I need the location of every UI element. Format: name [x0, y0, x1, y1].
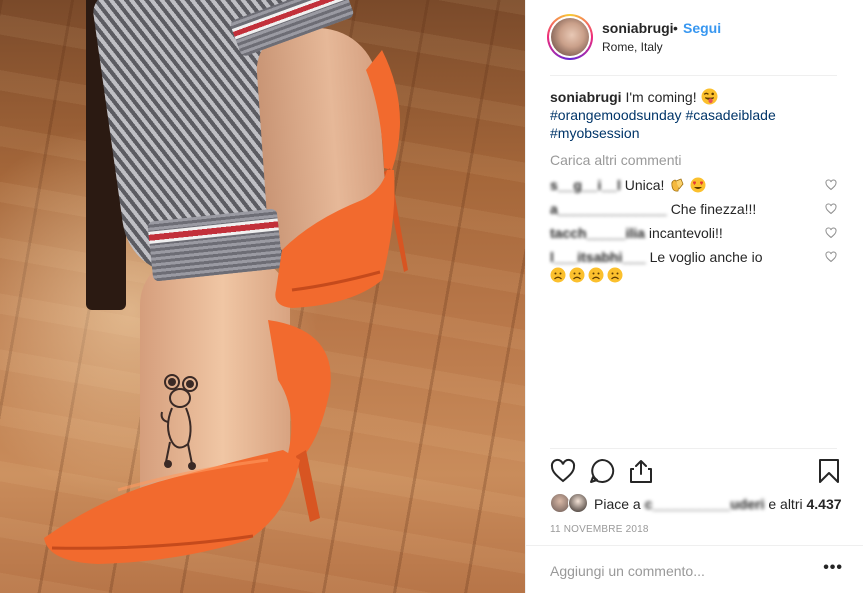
post-location[interactable]: Rome, Italy	[602, 40, 663, 54]
likes-summary[interactable]: Piace a c__________uderi e altri 4.437	[550, 493, 842, 515]
comment-item: tacch_____ilia incantevoli!!	[550, 224, 840, 242]
hashtag-link[interactable]: #myobsession	[550, 125, 640, 141]
tongue-out-face-icon	[702, 88, 718, 105]
like-comment-heart-icon[interactable]	[825, 251, 837, 263]
likes-text: Piace a c__________uderi e altri 4.437	[594, 496, 842, 512]
post-date[interactable]: 11 NOVEMBRE 2018	[550, 524, 649, 535]
comment-text: incantevoli!!	[648, 225, 723, 241]
hashtag-link[interactable]: #orangemoodsunday	[550, 107, 682, 123]
liker-avatar	[568, 493, 588, 513]
share-icon[interactable]	[628, 458, 654, 484]
avatar[interactable]	[547, 14, 593, 60]
sad-face-icon	[588, 267, 604, 283]
orange-pump-lower	[44, 320, 331, 564]
comments-section: soniabrugi I'm coming! #orangemoodsunday…	[550, 88, 840, 284]
add-comment-bar: •••	[526, 545, 863, 593]
more-options-icon[interactable]: •••	[823, 559, 843, 577]
comment-text: Unica!	[624, 177, 665, 193]
likes-count[interactable]: 4.437	[806, 496, 841, 512]
avatar-photo	[551, 18, 589, 56]
post-caption: soniabrugi I'm coming! #orangemoodsunday…	[550, 88, 840, 142]
sad-face-icon	[607, 267, 623, 283]
actions-divider	[550, 448, 837, 449]
like-comment-heart-icon[interactable]	[825, 203, 837, 215]
post-actions	[550, 458, 840, 486]
load-more-comments-link[interactable]: Carica altri commenti	[550, 152, 840, 168]
comment-username[interactable]: l___itsabhi___	[550, 249, 646, 265]
sad-face-icon	[550, 267, 566, 283]
sad-face-icon	[569, 267, 585, 283]
orange-pump-upper	[275, 50, 408, 308]
caption-username[interactable]: soniabrugi	[550, 89, 622, 105]
comment-item: s__g__i__l Unica!	[550, 176, 840, 194]
comment-text: Che finezza!!!	[670, 201, 757, 217]
like-comment-heart-icon[interactable]	[825, 227, 837, 239]
post-header: soniabrugi • Segui Rome, Italy	[526, 0, 863, 75]
heart-eyes-face-icon	[690, 177, 706, 193]
likes-prefix: Piace a	[594, 496, 641, 512]
post-details-panel: soniabrugi • Segui Rome, Italy soniabrug…	[525, 0, 863, 593]
liker-avatar	[550, 493, 570, 513]
post-username[interactable]: soniabrugi	[602, 20, 674, 36]
bookmark-icon[interactable]	[816, 458, 842, 484]
like-comment-heart-icon[interactable]	[825, 179, 837, 191]
comment-username[interactable]: tacch_____ilia	[550, 225, 645, 241]
comment-item: l___itsabhi___ Le voglio anche io	[550, 248, 840, 284]
follow-button[interactable]: Segui	[683, 20, 721, 36]
like-heart-icon[interactable]	[550, 458, 576, 484]
liker-avatars	[550, 493, 594, 513]
caption-text: I'm coming!	[625, 89, 697, 105]
likes-suffix: e altri	[768, 496, 803, 512]
comment-text: Le voglio anche io	[649, 249, 763, 265]
clapping-hands-icon	[671, 178, 684, 192]
separator-dot: •	[673, 20, 678, 36]
hashtag-link[interactable]: #casadeiblade	[685, 107, 775, 123]
header-divider	[550, 75, 837, 76]
comment-username[interactable]: s__g__i__l	[550, 177, 621, 193]
comment-bubble-icon[interactable]	[589, 458, 615, 484]
comment-item: a______________ Che finezza!!!	[550, 200, 840, 218]
comment-username[interactable]: a______________	[550, 201, 667, 217]
liker-username[interactable]: c__________uderi	[645, 496, 765, 512]
post-photo[interactable]	[0, 0, 525, 593]
add-comment-input[interactable]	[550, 563, 790, 579]
